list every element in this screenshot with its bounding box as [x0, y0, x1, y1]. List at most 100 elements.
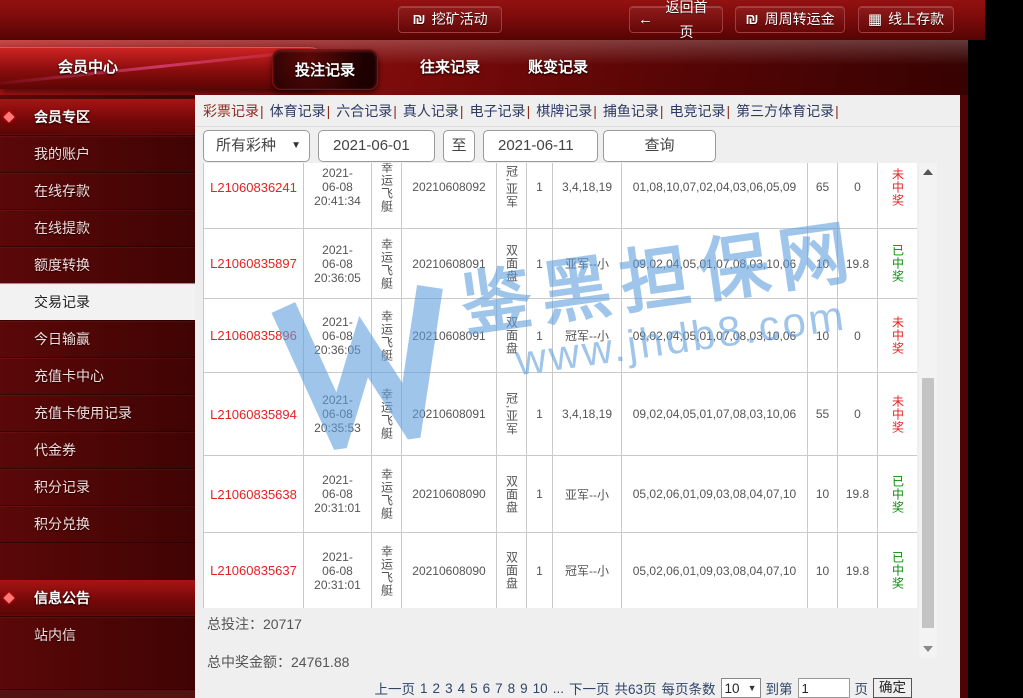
- game-name: 幸运飞艇: [372, 163, 402, 229]
- game-name: 幸运飞艇: [372, 229, 402, 299]
- page-link-8[interactable]: 8: [508, 681, 516, 696]
- prev-page-link[interactable]: 上一页: [375, 678, 416, 698]
- shekel-icon: ₪: [412, 7, 425, 32]
- sidebar-item-online-withdraw[interactable]: 在线提款: [0, 209, 195, 246]
- sidebar-item-today-winloss[interactable]: 今日输赢: [0, 320, 195, 357]
- sidebar-item-points-exchange[interactable]: 积分兑换: [0, 505, 195, 542]
- sidebar-bottom-strip: [0, 689, 195, 698]
- page-link-10[interactable]: 10: [533, 681, 548, 696]
- table-row: L21060836241 2021-06-0820:41:34 幸运飞艇 202…: [204, 163, 918, 229]
- sidebar-item-voucher[interactable]: 代金券: [0, 431, 195, 468]
- draw-result: 09,02,04,05,01,07,08,03,10,06: [622, 229, 808, 299]
- sidebar-item-points-records[interactable]: 积分记录: [0, 468, 195, 505]
- subnav-sports-records[interactable]: 体育记录: [270, 103, 326, 119]
- bet-count: 1: [527, 373, 553, 456]
- subnav-fishing-records[interactable]: 捕鱼记录: [603, 103, 659, 119]
- search-button[interactable]: 查询: [603, 130, 716, 162]
- date-from-input[interactable]: 2021-06-01: [318, 130, 435, 162]
- order-id-link[interactable]: L21060835894: [204, 373, 304, 456]
- subnav-thirdparty-sports-records[interactable]: 第三方体育记录: [736, 103, 834, 119]
- play-type: 双面盘: [497, 299, 527, 373]
- sidebar-item-quota-transfer[interactable]: 额度转换: [0, 246, 195, 283]
- subnav-liuhe-records[interactable]: 六合记录: [336, 103, 392, 119]
- order-id-link[interactable]: L21060835897: [204, 229, 304, 299]
- page-link-2[interactable]: 2: [433, 681, 441, 696]
- table-row: L21060835894 2021-06-0820:35:53 幸运飞艇 202…: [204, 373, 918, 456]
- total-pages-label: 共63页: [614, 678, 656, 698]
- game-name: 幸运飞艇: [372, 373, 402, 456]
- sidebar-section-member-zone: 会员专区: [0, 99, 195, 135]
- win-amount: 0: [838, 373, 878, 456]
- weekly-bonus-button[interactable]: ₪ 周周转运金: [735, 6, 845, 33]
- next-page-link[interactable]: 下一页: [569, 678, 610, 698]
- record-type-subnav: 彩票记录|体育记录|六合记录|真人记录|电子记录|棋牌记录|捕鱼记录|电竞记录|…: [203, 101, 845, 123]
- confirm-button[interactable]: 确定: [873, 678, 912, 698]
- subnav-live-records[interactable]: 真人记录: [403, 103, 459, 119]
- total-win-line: 总中奖金额：24761.88: [207, 652, 349, 672]
- scroll-up-arrow-icon[interactable]: [919, 165, 937, 179]
- sidebar-item-my-account[interactable]: 我的账户: [0, 135, 195, 172]
- page-link-4[interactable]: 4: [458, 681, 466, 696]
- tab-transfer-records[interactable]: 往来记录: [396, 40, 504, 95]
- bet-records-table: L21060836241 2021-06-0820:41:34 幸运飞艇 202…: [203, 163, 917, 608]
- bet-records-table-viewport: L21060836241 2021-06-0820:41:34 幸运飞艇 202…: [203, 163, 917, 608]
- order-id-link[interactable]: L21060835638: [204, 456, 304, 533]
- sidebar-item-site-mail[interactable]: 站内信: [0, 616, 195, 653]
- per-page-select[interactable]: 10 ▼: [721, 678, 761, 698]
- page-link-3[interactable]: 3: [445, 681, 453, 696]
- subnav-egame-records[interactable]: 电子记录: [470, 103, 526, 119]
- page-ellipsis: ...: [553, 681, 564, 696]
- bet-time: 2021-06-0820:31:01: [304, 533, 372, 609]
- sidebar-item-transaction-records[interactable]: 交易记录: [0, 283, 195, 320]
- order-id-link[interactable]: L21060836241: [204, 163, 304, 229]
- sidebar-item-online-deposit[interactable]: 在线存款: [0, 172, 195, 209]
- game-name: 幸运飞艇: [372, 456, 402, 533]
- online-deposit-button[interactable]: ▦ 线上存款: [858, 6, 954, 33]
- bet-count: 1: [527, 299, 553, 373]
- play-type: 冠,亚军: [497, 163, 527, 229]
- chevron-down-icon: ▼: [291, 131, 301, 161]
- page-link-1[interactable]: 1: [420, 681, 428, 696]
- online-deposit-label: 线上存款: [888, 7, 944, 32]
- status-badge: 已中奖: [878, 456, 918, 533]
- mining-activity-button[interactable]: ₪ 挖矿活动: [398, 6, 502, 33]
- bet-amount: 10: [808, 456, 838, 533]
- bet-count: 1: [527, 533, 553, 609]
- sidebar-item-recharge-card-usage[interactable]: 充值卡使用记录: [0, 394, 195, 431]
- page-link-7[interactable]: 7: [495, 681, 503, 696]
- sidebar-gap: [0, 542, 195, 580]
- scroll-down-arrow-icon[interactable]: [919, 642, 937, 656]
- lottery-type-select[interactable]: 所有彩种 ▼: [203, 130, 310, 162]
- subnav-separator: |: [527, 103, 531, 119]
- bet-content: 3,4,18,19: [553, 373, 622, 456]
- order-id-link[interactable]: L21060835896: [204, 299, 304, 373]
- subnav-esports-records[interactable]: 电竞记录: [669, 103, 725, 119]
- date-range-to-label: 至: [443, 130, 475, 162]
- table-scrollbar[interactable]: [919, 163, 937, 658]
- page-link-6[interactable]: 6: [483, 681, 491, 696]
- back-home-button[interactable]: ← 返回首页: [629, 6, 723, 33]
- game-name: 幸运飞艇: [372, 299, 402, 373]
- order-id-link[interactable]: L21060835637: [204, 533, 304, 609]
- tab-account-change-records[interactable]: 账变记录: [504, 40, 612, 95]
- scrollbar-thumb[interactable]: [922, 378, 934, 628]
- page-link-9[interactable]: 9: [520, 681, 528, 696]
- bet-content: 冠军--小: [553, 299, 622, 373]
- bet-content: 亚军--小: [553, 229, 622, 299]
- win-amount: 19.8: [838, 533, 878, 609]
- subnav-boardgame-records[interactable]: 棋牌记录: [536, 103, 592, 119]
- sidebar-item-recharge-card-center[interactable]: 充值卡中心: [0, 357, 195, 394]
- play-type: 双面盘: [497, 456, 527, 533]
- goto-page-input[interactable]: [798, 678, 850, 698]
- subnav-lottery-records[interactable]: 彩票记录: [203, 103, 259, 119]
- bet-amount: 55: [808, 373, 838, 456]
- filter-bar: 所有彩种 ▼ 2021-06-01 至 2021-06-11 查询: [203, 130, 943, 164]
- game-name: 幸运飞艇: [372, 533, 402, 609]
- bet-time: 2021-06-0820:35:53: [304, 373, 372, 456]
- pagination-bar: 上一页 1 2 3 4 5 6 7 8 9 10 ... 下一页 共63页 每页…: [375, 677, 912, 698]
- tab-bet-records[interactable]: 投注记录: [272, 49, 378, 90]
- total-win-label: 总中奖金额：: [207, 654, 291, 670]
- date-to-input[interactable]: 2021-06-11: [483, 130, 598, 162]
- page-link-5[interactable]: 5: [470, 681, 478, 696]
- right-border-strip: [960, 95, 968, 698]
